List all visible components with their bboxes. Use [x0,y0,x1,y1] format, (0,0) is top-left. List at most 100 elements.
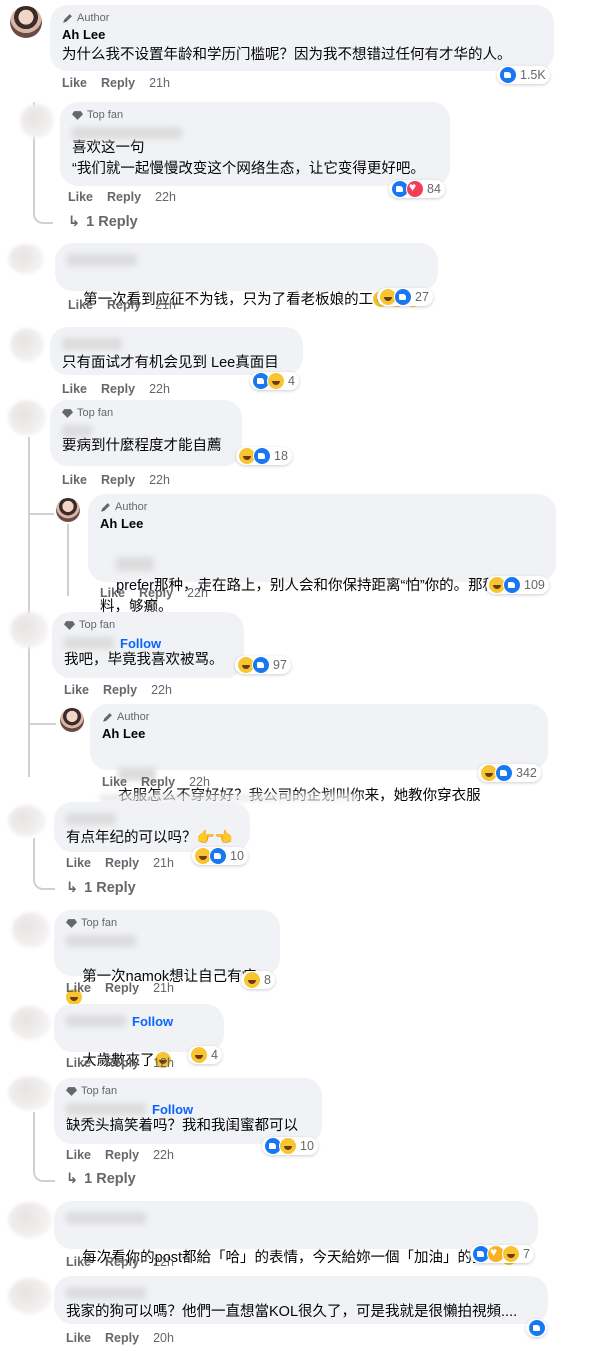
reply-button[interactable]: Reply [105,1255,139,1269]
commenter-name[interactable]: Ah Lee [62,27,542,43]
avatar[interactable] [8,805,46,837]
reply-button[interactable]: Reply [105,1331,139,1345]
reaction-summary[interactable]: 8 [241,971,275,989]
commenter-name[interactable]: Ah Lee [102,726,536,742]
like-button[interactable]: Like [62,473,87,487]
like-icon [253,447,271,465]
follow-button[interactable]: Follow [132,1014,173,1029]
like-button[interactable]: Like [66,1255,91,1269]
like-button[interactable]: Like [66,1056,91,1070]
reaction-summary[interactable]: 10 [262,1137,318,1155]
comment-bubble: Author Ah Lee 为什么我不设置年龄和学历门槛呢？因为我不想错过任何有… [50,5,554,71]
like-button[interactable]: Like [68,190,93,204]
comment-text: 有点年纪的可以吗？👉👈 [66,830,233,846]
like-button[interactable]: Like [100,586,125,600]
avatar[interactable] [20,104,54,138]
pencil-icon [63,13,72,23]
like-button[interactable]: Like [64,683,89,697]
avatar[interactable] [56,498,80,522]
commenter-name[interactable] [62,335,291,353]
reply-button[interactable]: Reply [107,190,141,204]
pencil-icon [101,502,110,512]
reaction-summary[interactable]: 18 [236,447,292,465]
reaction-summary[interactable]: 342 [478,764,541,782]
follow-button[interactable]: Follow [152,1102,193,1117]
comment-bubble: Author Ah Lee prefer那种，走在路上，别人会和你保持距离“怕”… [88,494,556,615]
commenter-name[interactable]: Follow [66,1012,212,1030]
reply-button[interactable]: Reply [139,586,173,600]
avatar[interactable] [10,1006,50,1040]
reaction-summary[interactable]: 109 [486,576,549,594]
like-button[interactable]: Like [66,856,91,870]
reply-button[interactable]: Reply [101,76,135,90]
avatar[interactable] [10,328,44,362]
timestamp[interactable]: 21h [155,298,176,312]
like-button[interactable]: Like [66,981,91,995]
timestamp[interactable]: 21h [153,856,174,870]
view-replies-link[interactable]: ↳ 1 Reply [68,214,138,230]
avatar[interactable] [10,6,42,38]
like-icon [209,847,227,865]
timestamp[interactable]: 22h [187,586,208,600]
like-button[interactable]: Like [66,1331,91,1345]
timestamp[interactable]: 22h [189,775,210,789]
comment-bubble: Top fan Follow 我吧，毕竟我喜欢被骂。 [52,612,244,678]
timestamp[interactable]: 22h [149,382,170,396]
reaction-summary[interactable]: 7 [470,1245,534,1263]
reaction-summary[interactable] [526,1319,547,1337]
reply-button[interactable]: Reply [107,298,141,312]
timestamp[interactable]: 21h [153,981,174,995]
reply-button[interactable]: Reply [101,473,135,487]
like-button[interactable]: Like [66,1148,91,1162]
like-button[interactable]: Like [102,775,127,789]
commenter-name[interactable]: Ah Lee [100,516,544,532]
avatar[interactable] [10,612,48,648]
timestamp[interactable]: 22h [155,190,176,204]
commenter-name[interactable] [66,810,238,828]
reply-button[interactable]: Reply [105,1148,139,1162]
timestamp[interactable]: 22h [149,473,170,487]
reply-button[interactable]: Reply [105,856,139,870]
reply-button[interactable]: Reply [105,1056,139,1070]
commenter-name[interactable] [66,1284,536,1302]
reaction-summary[interactable]: 84 [389,180,445,198]
reaction-summary[interactable]: 97 [235,656,291,674]
avatar[interactable] [8,244,44,274]
avatar[interactable] [60,708,84,732]
reply-button[interactable]: Reply [105,981,139,995]
like-button[interactable]: Like [62,382,87,396]
pencil-icon [103,712,112,722]
commenter-name[interactable] [67,251,426,269]
reaction-summary[interactable]: 4 [250,372,299,390]
comment-actions: Like Reply 12h [66,1056,174,1070]
avatar[interactable] [8,400,46,436]
timestamp[interactable]: 22h [153,1255,174,1269]
timestamp[interactable]: 21h [149,76,170,90]
timestamp[interactable]: 22h [151,683,172,697]
reply-button[interactable]: Reply [103,683,137,697]
like-button[interactable]: Like [62,76,87,90]
reaction-summary[interactable]: 4 [188,1046,222,1064]
commenter-name[interactable] [66,1209,526,1227]
avatar[interactable] [8,1076,52,1110]
reply-button[interactable]: Reply [141,775,175,789]
top-fan-badge: Top fan [62,406,230,420]
avatar[interactable] [8,1278,52,1314]
follow-button[interactable]: Follow [120,636,161,651]
timestamp[interactable]: 20h [153,1331,174,1345]
reaction-count: 8 [264,973,271,987]
timestamp[interactable]: 22h [153,1148,174,1162]
avatar[interactable] [8,1202,52,1238]
like-button[interactable]: Like [68,298,93,312]
like-icon [394,288,412,306]
reaction-summary[interactable]: 10 [192,847,248,865]
view-replies-link[interactable]: ↳ 1 Reply [66,1171,136,1187]
reply-button[interactable]: Reply [101,382,135,396]
mention-tag[interactable] [116,557,155,571]
comment-text: 缺秃头搞笑着吗？我和我闺蜜都可以 [66,1118,298,1134]
view-replies-link[interactable]: ↳ 1 Reply [66,880,136,896]
timestamp[interactable]: 12h [153,1056,174,1070]
reaction-summary[interactable]: 1.5K [497,66,550,84]
avatar[interactable] [12,912,50,948]
reaction-summary[interactable]: 27 [377,288,433,306]
